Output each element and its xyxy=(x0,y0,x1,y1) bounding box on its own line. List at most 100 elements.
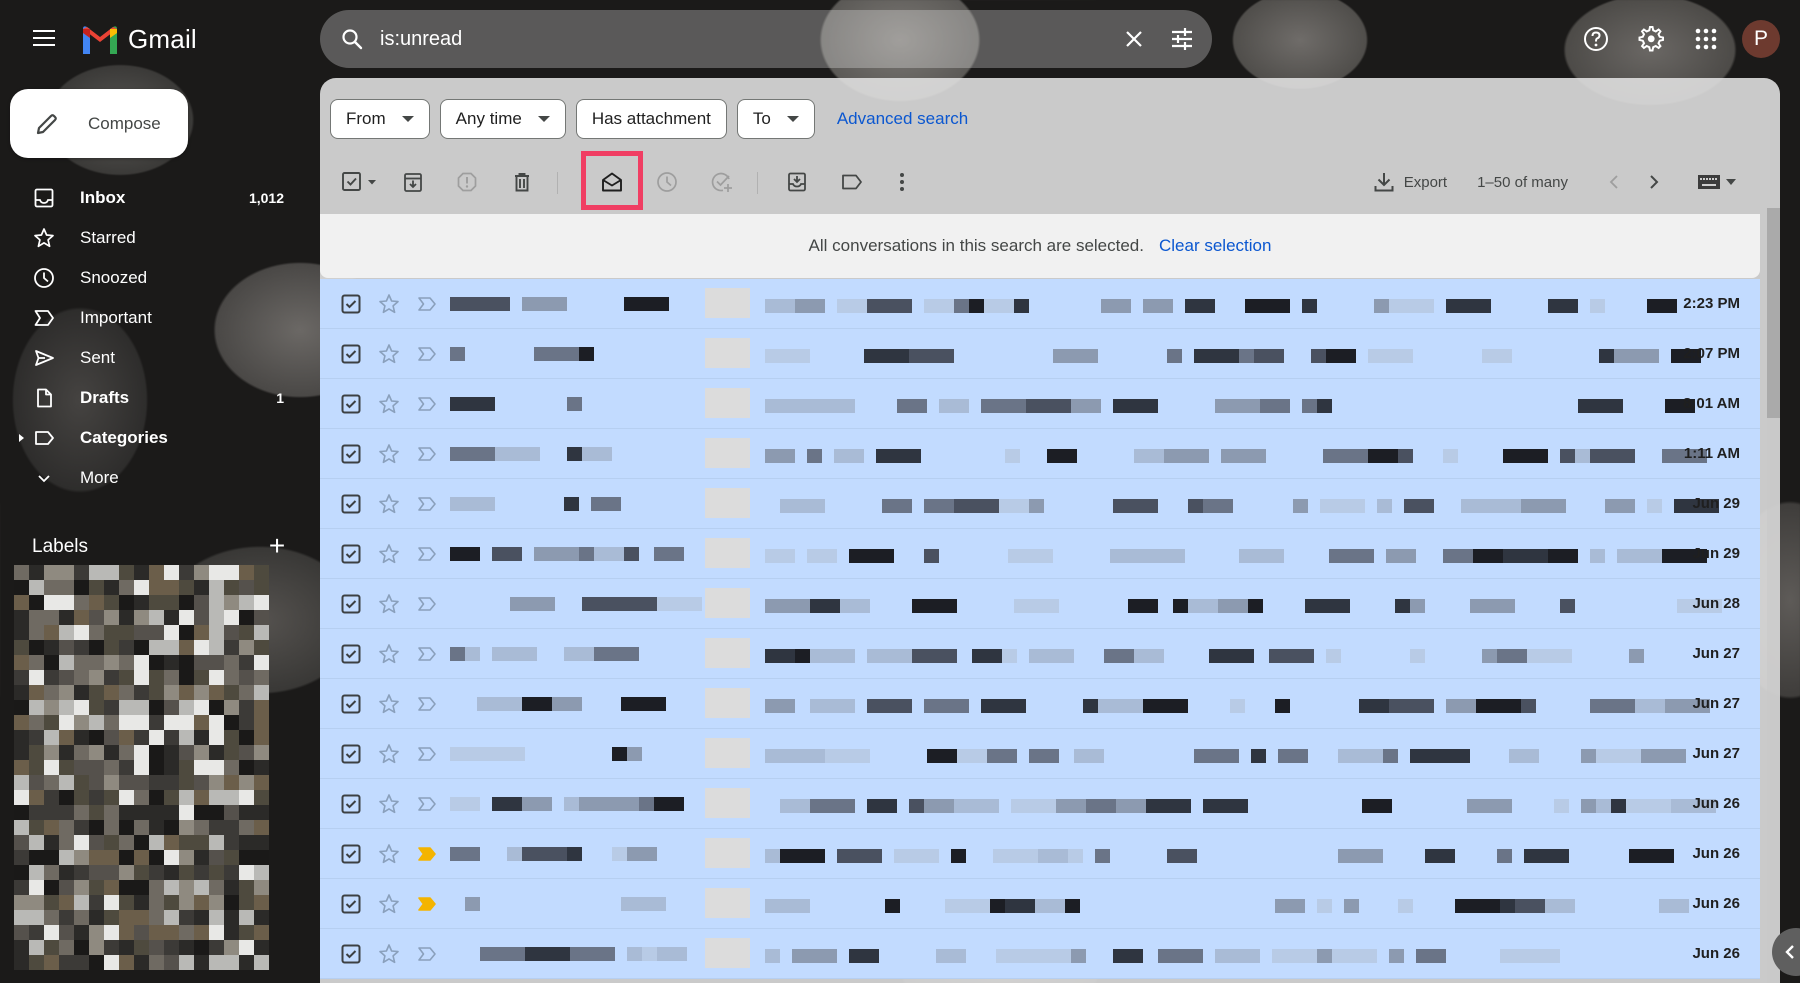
gmail-logo[interactable]: Gmail xyxy=(80,22,197,56)
archive-button[interactable] xyxy=(393,162,433,202)
star-toggle[interactable] xyxy=(377,392,401,416)
star-toggle[interactable] xyxy=(377,542,401,566)
sidebar-item-drafts[interactable]: Drafts 1 xyxy=(0,378,300,418)
email-row[interactable]: 8:01 AM xyxy=(320,379,1760,429)
expand-arrow-icon[interactable] xyxy=(19,434,24,442)
delete-button[interactable] xyxy=(502,162,542,202)
row-checkbox[interactable] xyxy=(341,944,361,964)
mark-as-read-button[interactable] xyxy=(592,162,632,202)
row-checkbox[interactable] xyxy=(341,544,361,564)
row-checkbox[interactable] xyxy=(341,344,361,364)
star-toggle[interactable] xyxy=(377,842,401,866)
email-row[interactable]: 1:11 AM xyxy=(320,429,1760,479)
clear-selection-link[interactable]: Clear selection xyxy=(1159,236,1271,256)
sidebar-item-categories[interactable]: Categories xyxy=(0,418,300,458)
star-toggle[interactable] xyxy=(377,892,401,916)
email-row[interactable]: Jun 27 xyxy=(320,729,1760,779)
star-toggle[interactable] xyxy=(377,692,401,716)
plus-icon[interactable]: + xyxy=(262,532,292,562)
compose-button[interactable]: Compose xyxy=(10,89,188,158)
search-options-button[interactable] xyxy=(1158,15,1206,63)
email-row[interactable]: Jun 26 xyxy=(320,929,1760,979)
row-checkbox[interactable] xyxy=(341,644,361,664)
row-checkbox[interactable] xyxy=(341,894,361,914)
star-toggle[interactable] xyxy=(377,442,401,466)
email-row[interactable]: 2:07 PM xyxy=(320,329,1760,379)
filter-chip-to[interactable]: To xyxy=(736,99,815,139)
scrollbar-thumb[interactable] xyxy=(1767,208,1780,418)
redacted-pixel-block xyxy=(194,595,209,610)
email-row[interactable]: Jun 28 xyxy=(320,579,1760,629)
star-toggle[interactable] xyxy=(377,492,401,516)
input-tools-button[interactable] xyxy=(1698,175,1736,189)
sidebar-item-snoozed[interactable]: Snoozed xyxy=(0,258,300,298)
row-checkbox[interactable] xyxy=(341,744,361,764)
email-row[interactable]: Jun 29 xyxy=(320,479,1760,529)
importance-toggle[interactable] xyxy=(415,442,439,466)
importance-toggle[interactable] xyxy=(415,942,439,966)
report-spam-button[interactable] xyxy=(447,162,487,202)
importance-toggle[interactable] xyxy=(415,792,439,816)
importance-toggle[interactable] xyxy=(415,842,439,866)
row-checkbox[interactable] xyxy=(341,844,361,864)
main-menu-button[interactable] xyxy=(24,18,64,58)
select-all-button[interactable] xyxy=(332,162,388,202)
row-checkbox[interactable] xyxy=(341,394,361,414)
star-toggle[interactable] xyxy=(377,792,401,816)
help-button[interactable] xyxy=(1572,15,1620,63)
email-row[interactable]: Jun 29 xyxy=(320,529,1760,579)
filter-chip-has-attachment[interactable]: Has attachment xyxy=(575,99,727,139)
sidebar-item-important[interactable]: Important xyxy=(0,298,300,338)
importance-toggle[interactable] xyxy=(415,342,439,366)
star-toggle[interactable] xyxy=(377,642,401,666)
row-checkbox[interactable] xyxy=(341,444,361,464)
move-to-button[interactable] xyxy=(777,162,817,202)
google-apps-button[interactable] xyxy=(1682,15,1730,63)
account-avatar[interactable]: P xyxy=(1742,20,1780,58)
search-button[interactable] xyxy=(328,15,376,63)
importance-toggle[interactable] xyxy=(415,742,439,766)
row-checkbox[interactable] xyxy=(341,294,361,314)
email-row[interactable]: Jun 27 xyxy=(320,629,1760,679)
more-actions-button[interactable] xyxy=(882,162,922,202)
importance-toggle[interactable] xyxy=(415,292,439,316)
row-checkbox[interactable] xyxy=(341,594,361,614)
export-button[interactable]: Export xyxy=(1372,170,1447,194)
clear-search-button[interactable] xyxy=(1110,15,1158,63)
newer-page-button[interactable] xyxy=(1594,162,1634,202)
snooze-button[interactable] xyxy=(647,162,687,202)
star-toggle[interactable] xyxy=(377,342,401,366)
importance-toggle[interactable] xyxy=(415,642,439,666)
star-toggle[interactable] xyxy=(377,292,401,316)
checkbox-checked-icon xyxy=(341,694,361,714)
sidebar-item-more[interactable]: More xyxy=(0,458,300,498)
row-checkbox[interactable] xyxy=(341,794,361,814)
importance-toggle[interactable] xyxy=(415,692,439,716)
filter-chip-from[interactable]: From xyxy=(330,99,430,139)
sidebar-item-starred[interactable]: Starred xyxy=(0,218,300,258)
sidebar-item-sent[interactable]: Sent xyxy=(0,338,300,378)
importance-toggle[interactable] xyxy=(415,492,439,516)
star-toggle[interactable] xyxy=(377,592,401,616)
filter-chip-any-time[interactable]: Any time xyxy=(439,99,566,139)
add-to-tasks-button[interactable] xyxy=(702,162,742,202)
importance-toggle[interactable] xyxy=(415,892,439,916)
labels-button[interactable] xyxy=(832,162,872,202)
older-page-button[interactable] xyxy=(1634,162,1674,202)
search-input[interactable] xyxy=(376,27,1110,51)
importance-toggle[interactable] xyxy=(415,392,439,416)
email-row[interactable]: Jun 26 xyxy=(320,829,1760,879)
sidebar-item-inbox[interactable]: Inbox 1,012 xyxy=(0,178,300,218)
row-checkbox[interactable] xyxy=(341,494,361,514)
importance-toggle[interactable] xyxy=(415,592,439,616)
email-row[interactable]: Jun 26 xyxy=(320,879,1760,929)
importance-toggle[interactable] xyxy=(415,542,439,566)
row-checkbox[interactable] xyxy=(341,694,361,714)
email-row[interactable]: Jun 26 xyxy=(320,779,1760,829)
star-toggle[interactable] xyxy=(377,742,401,766)
email-row[interactable]: 2:23 PM xyxy=(320,279,1760,329)
star-toggle[interactable] xyxy=(377,942,401,966)
settings-button[interactable] xyxy=(1627,15,1675,63)
advanced-search-link[interactable]: Advanced search xyxy=(837,109,968,129)
email-row[interactable]: Jun 27 xyxy=(320,679,1760,729)
